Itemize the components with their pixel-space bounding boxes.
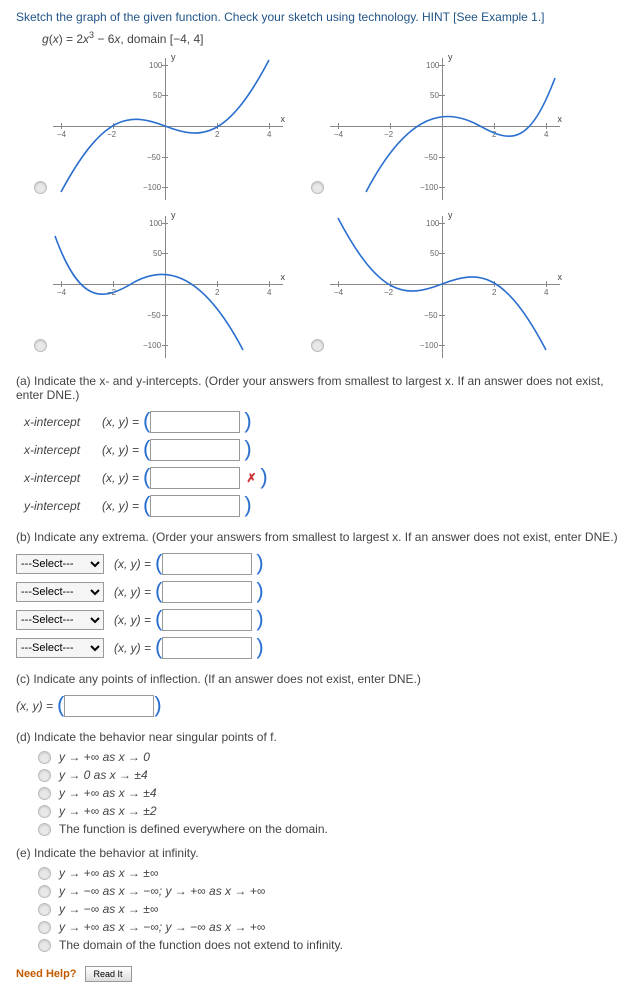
xy-label: (x, y) = — [114, 613, 151, 627]
instructions: Sketch the graph of the given function. … — [16, 10, 621, 24]
extrema-select-2[interactable]: ---Select--- — [16, 610, 104, 630]
part-e-option-text-4: The domain of the function does not exte… — [59, 938, 343, 952]
read-it-button[interactable]: Read It — [85, 966, 132, 982]
intercept-input-2[interactable] — [150, 467, 240, 489]
part-c-xy: (x, y) = — [16, 699, 53, 713]
xy-label: (x, y) = — [114, 641, 151, 655]
graph-radio-3[interactable] — [34, 339, 47, 352]
graph-radio-4[interactable] — [311, 339, 324, 352]
graph-choices: −4−224 10050−50−100 yx −4−224 10050−50−1… — [34, 54, 621, 362]
part-d-radio-3[interactable] — [38, 805, 51, 818]
xy-label: (x, y) = — [114, 557, 151, 571]
part-c-prompt: (c) Indicate any points of inflection. (… — [16, 672, 621, 686]
part-e-option-text-1: y → −∞ as x → −∞; y → +∞ as x → +∞ — [59, 884, 265, 898]
extrema-input-2[interactable] — [162, 609, 252, 631]
extrema-input-0[interactable] — [162, 553, 252, 575]
extrema-select-3[interactable]: ---Select--- — [16, 638, 104, 658]
part-b-prompt: (b) Indicate any extrema. (Order your an… — [16, 530, 621, 544]
part-e-option-text-2: y → −∞ as x → ±∞ — [59, 902, 158, 916]
plot-2: −4−224 10050−50−100 yx — [330, 54, 560, 204]
plot-3: −4−224 10050−50−100 yx — [53, 212, 283, 362]
part-e-radio-4[interactable] — [38, 939, 51, 952]
xy-label: (x, y) = — [102, 471, 139, 485]
wrong-icon: ✗ — [246, 471, 256, 485]
extrema-select-1[interactable]: ---Select--- — [16, 582, 104, 602]
intercept-label: x-intercept — [24, 415, 102, 429]
graph-radio-1[interactable] — [34, 181, 47, 194]
part-d-option-text-0: y → +∞ as x → 0 — [59, 750, 150, 764]
function-def: g(x) = 2x3 − 6x, domain [−4, 4] — [42, 30, 621, 46]
plot-1: −4−224 10050−50−100 yx — [53, 54, 283, 204]
part-e-radio-0[interactable] — [38, 867, 51, 880]
part-d-radio-0[interactable] — [38, 751, 51, 764]
intercept-input-3[interactable] — [150, 495, 240, 517]
extrema-input-3[interactable] — [162, 637, 252, 659]
extrema-select-0[interactable]: ---Select--- — [16, 554, 104, 574]
intercept-label: y-intercept — [24, 499, 102, 513]
part-d-option-text-4: The function is defined everywhere on th… — [59, 822, 328, 836]
plot-4: −4−224 10050−50−100 yx — [330, 212, 560, 362]
part-e-option-text-0: y → +∞ as x → ±∞ — [59, 866, 158, 880]
part-e-option-text-3: y → +∞ as x → −∞; y → −∞ as x → +∞ — [59, 920, 265, 934]
xy-label: (x, y) = — [102, 499, 139, 513]
intercept-input-1[interactable] — [150, 439, 240, 461]
part-a-prompt: (a) Indicate the x- and y-intercepts. (O… — [16, 374, 621, 402]
xy-label: (x, y) = — [102, 415, 139, 429]
part-e-radio-3[interactable] — [38, 921, 51, 934]
part-e-prompt: (e) Indicate the behavior at infinity. — [16, 846, 621, 860]
part-d-option-text-1: y → 0 as x → ±4 — [59, 768, 148, 782]
part-d-radio-4[interactable] — [38, 823, 51, 836]
xy-label: (x, y) = — [114, 585, 151, 599]
intercept-label: x-intercept — [24, 443, 102, 457]
intercept-input-0[interactable] — [150, 411, 240, 433]
graph-radio-2[interactable] — [311, 181, 324, 194]
need-help-label: Need Help? — [16, 968, 77, 980]
part-c-input[interactable] — [64, 695, 154, 717]
part-d-option-text-3: y → +∞ as x → ±2 — [59, 804, 157, 818]
part-d-prompt: (d) Indicate the behavior near singular … — [16, 730, 621, 744]
part-e-radio-2[interactable] — [38, 903, 51, 916]
part-d-radio-2[interactable] — [38, 787, 51, 800]
part-d-radio-1[interactable] — [38, 769, 51, 782]
part-d-option-text-2: y → +∞ as x → ±4 — [59, 786, 157, 800]
xy-label: (x, y) = — [102, 443, 139, 457]
extrema-input-1[interactable] — [162, 581, 252, 603]
intercept-label: x-intercept — [24, 471, 102, 485]
part-e-radio-1[interactable] — [38, 885, 51, 898]
